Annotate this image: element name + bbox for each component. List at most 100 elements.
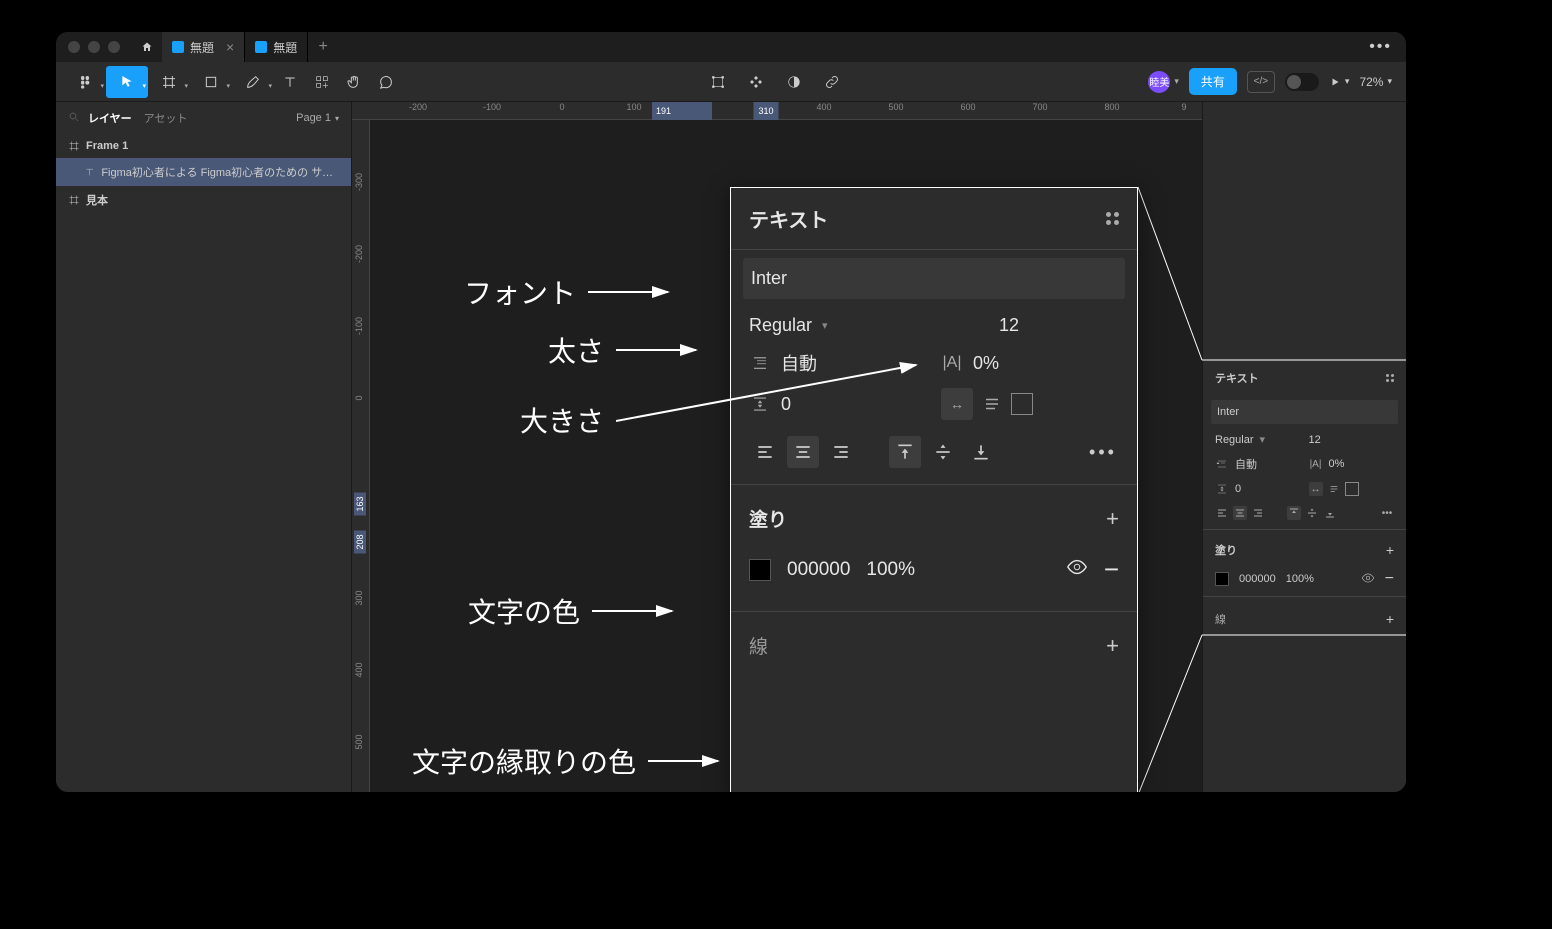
link-button[interactable] [816, 66, 848, 98]
component-icon [748, 74, 764, 90]
fill-section-title-big: 塗り [749, 505, 787, 532]
dev-mode-button[interactable]: </> [1247, 71, 1275, 93]
fill-hex-value-big[interactable]: 000000 [787, 559, 850, 581]
layer-sample[interactable]: 見本 [56, 186, 351, 214]
font-family-input[interactable]: Inter [1211, 400, 1398, 424]
visibility-icon[interactable] [1361, 571, 1375, 588]
mask-icon [786, 74, 802, 90]
more-type-options-button[interactable]: ••• [1087, 436, 1119, 468]
layers-tab[interactable]: レイヤー [88, 110, 132, 126]
align-left-button[interactable] [749, 436, 781, 468]
align-middle-icon[interactable] [1305, 506, 1319, 520]
figma-window: 無題 × 無題 + ••• ▾ ▾ ▾ ▾ [56, 32, 1406, 792]
auto-height-icon[interactable] [981, 393, 1003, 415]
move-tool[interactable]: ▾ [106, 66, 148, 98]
file-tab-2[interactable]: 無題 [245, 32, 308, 62]
fill-opacity-value-big[interactable]: 100% [866, 559, 915, 581]
fill-swatch[interactable] [1215, 572, 1229, 586]
close-tab-icon[interactable]: × [226, 39, 234, 55]
align-bottom-button[interactable] [965, 436, 997, 468]
present-button[interactable]: ▾ [1329, 76, 1350, 88]
more-type-options-icon[interactable]: ••• [1380, 506, 1394, 520]
maximize-dot[interactable] [108, 41, 120, 53]
add-fill-button[interactable]: + [1386, 542, 1394, 558]
align-top-button[interactable] [889, 436, 921, 468]
figma-file-icon [172, 41, 184, 53]
page-selector[interactable]: Page 1 ▾ [296, 112, 339, 124]
fill-hex-value[interactable]: 000000 [1239, 573, 1276, 585]
resources-icon [314, 74, 330, 90]
letter-spacing-value[interactable]: 0% [1329, 458, 1345, 470]
add-stroke-button[interactable]: + [1106, 633, 1119, 659]
align-right-icon[interactable] [1251, 506, 1265, 520]
letter-spacing-value-big[interactable]: 0% [973, 353, 999, 374]
annotation-fill: 文字の色 [468, 591, 682, 631]
fixed-size-icon[interactable] [1011, 393, 1033, 415]
main-menu-button[interactable]: ▾ [64, 66, 106, 98]
shape-tool[interactable]: ▾ [190, 66, 232, 98]
fill-swatch-big[interactable] [749, 559, 771, 581]
layer-label: 見本 [86, 192, 108, 208]
font-family-input-big[interactable]: Inter [743, 258, 1125, 299]
style-picker-icon[interactable] [1106, 212, 1119, 225]
line-height-value[interactable]: 自動 [1235, 456, 1257, 472]
align-left-icon[interactable] [1215, 506, 1229, 520]
paragraph-spacing-icon [1215, 482, 1229, 496]
remove-fill-icon[interactable]: − [1385, 570, 1394, 588]
pen-tool[interactable]: ▾ [232, 66, 274, 98]
auto-height-icon[interactable] [1327, 482, 1341, 496]
fixed-size-icon[interactable] [1345, 482, 1359, 496]
dev-toggle[interactable] [1285, 73, 1319, 91]
frame-tool[interactable]: ▾ [148, 66, 190, 98]
align-center-button[interactable] [787, 436, 819, 468]
figma-file-icon [255, 41, 267, 53]
add-fill-button[interactable]: + [1106, 506, 1119, 532]
font-size-input-big[interactable]: 12 [999, 315, 1119, 336]
add-tab-button[interactable]: + [308, 38, 338, 56]
resources-tool[interactable] [306, 66, 338, 98]
visibility-icon[interactable] [1066, 556, 1088, 584]
text-section-title: テキスト [1215, 370, 1259, 386]
mask-button[interactable] [778, 66, 810, 98]
align-right-button[interactable] [825, 436, 857, 468]
font-weight-select-big[interactable]: Regular ▾ [749, 315, 989, 336]
paragraph-spacing-value[interactable]: 0 [1235, 483, 1241, 495]
align-top-icon[interactable] [1287, 506, 1301, 520]
pen-icon [245, 74, 261, 90]
titlebar-menu-icon[interactable]: ••• [1355, 38, 1406, 56]
edit-object-button[interactable] [702, 66, 734, 98]
align-middle-button[interactable] [927, 436, 959, 468]
remove-fill-icon[interactable]: − [1104, 554, 1119, 585]
home-tab[interactable] [132, 32, 162, 62]
auto-width-icon[interactable]: ↔ [941, 388, 973, 420]
file-tab-1[interactable]: 無題 × [162, 32, 245, 62]
fill-opacity-value[interactable]: 100% [1286, 573, 1314, 585]
window-controls[interactable] [56, 41, 132, 53]
user-avatar[interactable]: 睦美 ▾ [1148, 71, 1179, 93]
play-icon [1329, 76, 1341, 88]
file-tab-label: 無題 [190, 39, 214, 56]
add-stroke-button[interactable]: + [1386, 611, 1394, 627]
comment-tool[interactable] [370, 66, 402, 98]
zoom-control[interactable]: 72% ▾ [1359, 75, 1398, 89]
assets-tab[interactable]: アセット [144, 110, 188, 126]
share-button[interactable]: 共有 [1189, 68, 1237, 95]
layer-text-selected[interactable]: Figma初心者による Figma初心者のための サムネ... [56, 158, 351, 186]
stroke-section-title-big: 線 [749, 632, 768, 659]
minimize-dot[interactable] [88, 41, 100, 53]
auto-width-icon[interactable]: ↔ [1309, 482, 1323, 496]
style-picker-icon[interactable] [1386, 374, 1394, 382]
font-weight-select[interactable]: Regular▾ [1215, 433, 1301, 446]
close-dot[interactable] [68, 41, 80, 53]
font-size-value: 12 [999, 315, 1019, 335]
component-button[interactable] [740, 66, 772, 98]
line-height-icon [1215, 457, 1229, 471]
text-tool[interactable] [274, 66, 306, 98]
ruler-horizontal: -200 -100 0 100 191 310 400 500 600 700 … [352, 102, 1202, 120]
align-center-icon[interactable] [1233, 506, 1247, 520]
search-icon[interactable] [68, 111, 80, 126]
layer-frame-1[interactable]: Frame 1 [56, 134, 351, 158]
hand-tool[interactable] [338, 66, 370, 98]
align-bottom-icon[interactable] [1323, 506, 1337, 520]
font-size-input[interactable]: 12 [1309, 434, 1395, 446]
